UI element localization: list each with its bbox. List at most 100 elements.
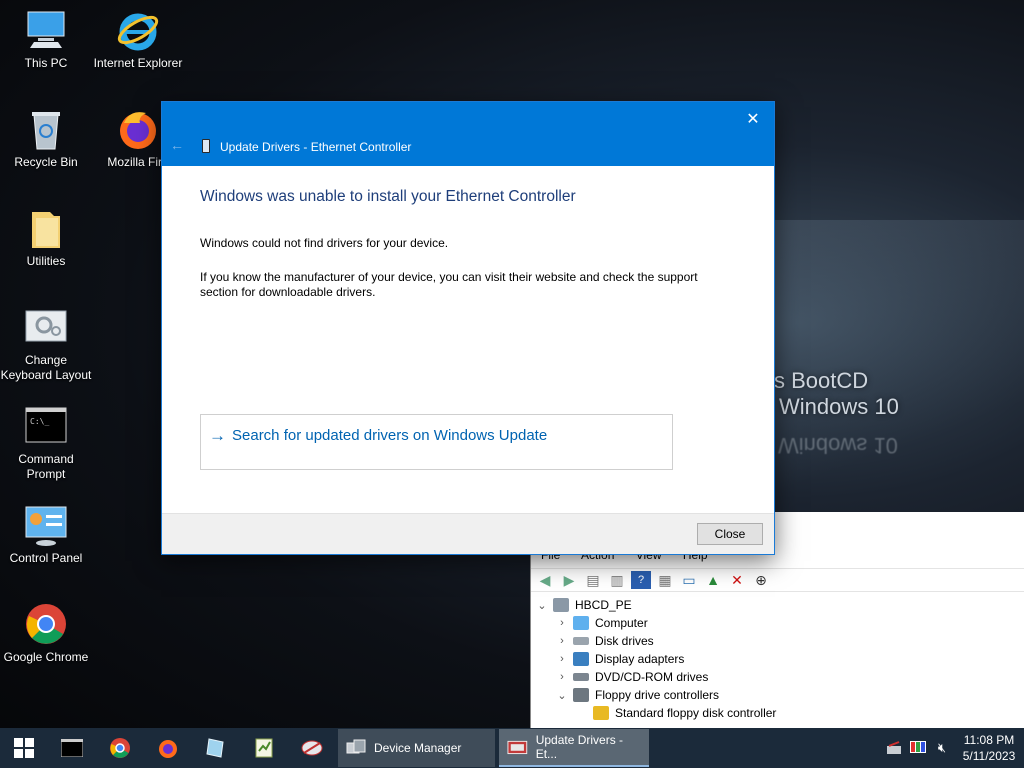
properties-icon[interactable]: ▤ [583,571,603,589]
dialog-heading: Windows was unable to install your Ether… [200,188,576,205]
control-panel-icon [24,503,68,547]
update-drivers-icon [507,740,528,755]
desktop-icon-command-prompt[interactable]: C:\_ Command Prompt [0,404,92,482]
system-tray: 🔇︎ 11:08 PM 5/11/2023 [882,728,1024,768]
tree-item[interactable]: ⌄ HBCD_PE [531,596,1024,614]
command-prompt-icon [61,739,83,757]
tree-item-label: Disk drives [595,634,654,648]
wallpaper-reflection: Windows 10 [778,433,898,458]
tree-item-label: Floppy drive controllers [595,688,720,702]
desktop-icon-label: Internet Explorer [93,56,183,70]
desktop-icon-label: Command Prompt [18,452,74,481]
clock-date: 5/11/2023 [962,749,1016,763]
windows-update-link-label: Search for updated drivers on Windows Up… [232,427,548,444]
dialog-body: Windows was unable to install your Ether… [162,166,774,514]
close-button[interactable]: Close [697,523,763,545]
update-drivers-dialog: ✕ ← Update Drivers - Ethernet Controller… [161,101,775,555]
chevron-down-icon[interactable]: ⌄ [535,599,549,612]
recycle-bin-icon [24,107,68,151]
monitor-icon [573,616,589,630]
chevron-right-icon[interactable]: › [555,617,569,629]
tree-item[interactable]: ⌄ Floppy drive controllers [531,686,1024,704]
file-explorer-icon [206,738,224,758]
computer-icon [553,598,569,612]
this-pc-icon [24,8,68,52]
chevron-right-icon[interactable]: › [555,635,569,647]
desktop-icon-control-panel[interactable]: Control Panel [0,503,92,566]
firefox-icon [159,740,177,758]
dvd-drive-icon [573,673,589,681]
tree-item-label: HBCD_PE [575,598,632,612]
start-button[interactable] [0,728,48,768]
tree-item[interactable]: › Disk drives [531,632,1024,650]
chevron-down-icon[interactable]: ⌄ [555,689,569,702]
dialog-message: Windows could not find drivers for your … [200,236,449,250]
desktop-icon-label: Control Panel [9,551,83,565]
tree-item[interactable]: Standard floppy disk controller [531,704,1024,722]
back-icon[interactable]: ◀ [535,571,555,589]
tree-item-label: Standard floppy disk controller [615,706,777,720]
device-icon [202,139,210,153]
windows-update-search-link[interactable]: → Search for updated drivers on Windows … [200,414,673,470]
taskbar-clock[interactable]: 11:08 PM 5/11/2023 [954,732,1024,764]
desktop-icon-internet-explorer[interactable]: Internet Explorer [92,8,184,71]
desktop-icon-label: Google Chrome [3,650,89,664]
disk-drive-icon [573,637,589,645]
desktop-icon-label: This PC [24,56,68,70]
forward-icon[interactable]: ▶ [559,571,579,589]
device-tree: ⌄ HBCD_PE › Computer › Disk drives › Dis… [531,596,1024,728]
taskbar-task-update-drivers[interactable]: Update Drivers - Et... [499,729,649,767]
taskbar-firefox[interactable] [144,728,192,768]
volume-muted-icon[interactable]: 🔇︎ [930,728,954,768]
command-prompt-icon: C:\_ [24,404,68,448]
desktop-icon-this-pc[interactable]: This PC [0,8,92,71]
tray-display-icon[interactable] [906,728,930,768]
display-adapter-icon [573,652,589,666]
internet-explorer-icon [116,8,160,52]
help-icon[interactable]: ? [631,571,651,589]
chevron-right-icon[interactable]: › [555,653,569,665]
tree-item[interactable]: › Computer [531,614,1024,632]
clock-time: 11:08 PM [963,733,1015,747]
dialog-help-text: If you know the manufacturer of your dev… [200,270,698,299]
device-manager-toolbar: ◀ ▶ ▤ ▥ ? ▦ ▭ ▲ ✕ ⊕ [531,568,1024,592]
taskbar-notepad[interactable] [240,728,288,768]
floppy-controller-icon [573,688,589,702]
tree-item[interactable]: › DVD/CD-ROM drives [531,668,1024,686]
warning-device-icon [593,706,609,720]
taskbar-task-device-manager[interactable]: Device Manager [338,729,495,767]
desktop-icon-utilities[interactable]: Utilities [0,206,92,269]
desktop-icon-google-chrome[interactable]: Google Chrome [0,602,92,665]
task-label: Update Drivers - Et... [535,733,624,761]
notepad-icon [255,738,273,758]
dialog-footer: Close [162,513,774,554]
tray-network-tools-icon[interactable] [882,728,906,768]
scan-hardware-icon[interactable]: ▭ [679,571,699,589]
close-icon[interactable]: ✕ [738,106,768,132]
uninstall-icon[interactable]: ✕ [727,571,747,589]
tree-item-label: Display adapters [595,652,685,666]
list-icon[interactable]: ▥ [607,571,627,589]
keyboard-settings-icon [24,305,68,349]
update-driver-icon[interactable]: ▲ [703,571,723,589]
tree-item-label: DVD/CD-ROM drives [595,670,709,684]
view-icon[interactable]: ▦ [655,571,675,589]
desktop-icon-recycle-bin[interactable]: Recycle Bin [0,107,92,170]
device-manager-icon [346,739,366,754]
desktop-icon-label: Utilities [26,254,66,268]
back-arrow-icon[interactable]: ← [170,137,184,153]
desktop-icon-change-keyboard-layout[interactable]: Change Keyboard Layout [0,305,92,383]
taskbar-command-prompt[interactable] [48,728,96,768]
taskbar-explorer[interactable] [192,728,240,768]
tools-icon [301,740,323,756]
download-icon[interactable]: ⊕ [751,571,771,589]
svg-text:C:\_: C:\_ [30,417,49,426]
desktop-icon-label: Change Keyboard Layout [0,353,92,382]
taskbar-tools[interactable] [288,728,336,768]
dialog-titlebar: ✕ ← Update Drivers - Ethernet Controller [162,102,774,166]
tree-item[interactable]: › Display adapters [531,650,1024,668]
folder-icon [24,206,68,250]
taskbar-chrome[interactable] [96,728,144,768]
chevron-right-icon[interactable]: › [555,671,569,683]
arrow-right-icon: → [209,426,226,445]
